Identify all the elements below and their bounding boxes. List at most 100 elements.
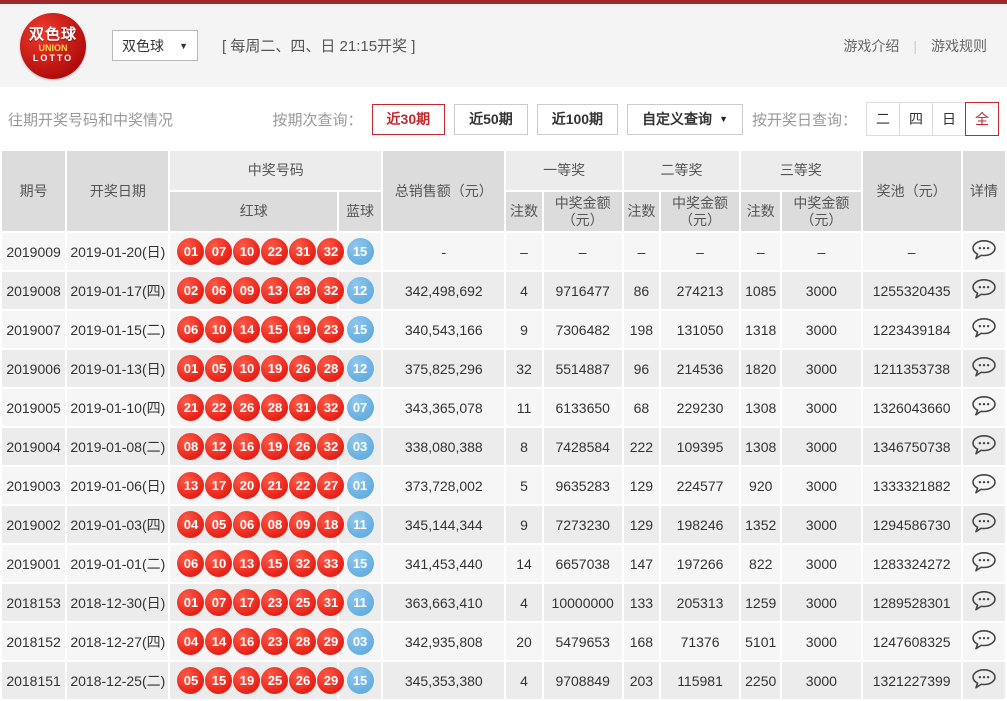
header-second-amount: 中奖金额（元） bbox=[660, 191, 740, 232]
period-cell: 2019007 bbox=[1, 310, 66, 349]
red-ball: 06 bbox=[205, 277, 232, 304]
red-ball: 31 bbox=[317, 589, 344, 616]
red-ball: 10 bbox=[205, 550, 232, 577]
red-ball: 27 bbox=[317, 472, 344, 499]
red-balls-cell: 212226283132 bbox=[169, 388, 338, 427]
first-prize-amount-cell: 7306482 bbox=[543, 310, 623, 349]
third-prize-count-cell: 1318 bbox=[740, 310, 781, 349]
red-ball: 05 bbox=[177, 667, 204, 694]
detail-cell bbox=[962, 232, 1006, 271]
game-rules-link[interactable]: 游戏规则 bbox=[931, 36, 987, 56]
header-second-count: 注数 bbox=[623, 191, 660, 232]
red-ball: 14 bbox=[233, 316, 260, 343]
period-button-last100[interactable]: 近100期 bbox=[537, 104, 618, 135]
period-button-last50[interactable]: 近50期 bbox=[454, 104, 528, 135]
first-prize-count-cell: 14 bbox=[505, 544, 542, 583]
blue-ball: 03 bbox=[347, 628, 374, 655]
red-balls-cell: 010710223132 bbox=[169, 232, 338, 271]
period-button-last30[interactable]: 近30期 bbox=[372, 104, 446, 135]
period-cell: 2019001 bbox=[1, 544, 66, 583]
third-prize-amount-cell: – bbox=[781, 232, 861, 271]
red-ball: 10 bbox=[233, 238, 260, 265]
red-balls-cell: 051519252629 bbox=[169, 661, 338, 700]
detail-comment-icon[interactable] bbox=[971, 668, 997, 693]
red-balls-cell: 040506080918 bbox=[169, 505, 338, 544]
detail-comment-icon[interactable] bbox=[971, 629, 997, 654]
period-cell: 2018153 bbox=[1, 583, 66, 622]
detail-comment-icon[interactable] bbox=[971, 317, 997, 342]
detail-comment-icon[interactable] bbox=[971, 356, 997, 381]
by-period-label: 按期次查询： bbox=[273, 109, 363, 130]
red-ball: 15 bbox=[261, 550, 288, 577]
jackpot-cell: 1223439184 bbox=[862, 310, 962, 349]
red-ball: 29 bbox=[317, 667, 344, 694]
red-ball: 33 bbox=[317, 550, 344, 577]
period-cell: 2018152 bbox=[1, 622, 66, 661]
day-button-all[interactable]: 全 bbox=[965, 102, 999, 136]
total-sales-cell: 341,453,440 bbox=[382, 544, 505, 583]
blue-ball: 01 bbox=[347, 472, 374, 499]
red-ball: 28 bbox=[289, 277, 316, 304]
period-cell: 2019003 bbox=[1, 466, 66, 505]
first-prize-amount-cell: – bbox=[543, 232, 623, 271]
lottery-type-select[interactable]: 双色球 ▼ bbox=[112, 30, 198, 61]
game-intro-link[interactable]: 游戏介绍 bbox=[843, 36, 899, 56]
third-prize-count-cell: 920 bbox=[740, 466, 781, 505]
detail-comment-icon[interactable] bbox=[971, 278, 997, 303]
period-cell: 2019006 bbox=[1, 349, 66, 388]
table-row: 2018151 2018-12-25(二) 051519252629 15 34… bbox=[1, 661, 1006, 700]
red-ball: 28 bbox=[317, 355, 344, 382]
filter-bar: 往期开奖号码和中奖情况 按期次查询： 近30期 近50期 近100期 自定义查询… bbox=[0, 87, 1007, 149]
jackpot-cell: 1211353738 bbox=[862, 349, 962, 388]
red-ball: 21 bbox=[261, 472, 288, 499]
detail-comment-icon[interactable] bbox=[971, 239, 997, 264]
red-balls-cell: 061014151923 bbox=[169, 310, 338, 349]
third-prize-count-cell: 1352 bbox=[740, 505, 781, 544]
blue-ball: 15 bbox=[347, 667, 374, 694]
second-prize-amount-cell: 131050 bbox=[660, 310, 740, 349]
custom-query-dropdown[interactable]: 自定义查询 ▼ bbox=[627, 104, 743, 135]
red-balls-cell: 010510192628 bbox=[169, 349, 338, 388]
red-ball: 32 bbox=[289, 550, 316, 577]
first-prize-count-cell: 32 bbox=[505, 349, 542, 388]
detail-comment-icon[interactable] bbox=[971, 512, 997, 537]
red-balls-cell: 061013153233 bbox=[169, 544, 338, 583]
day-button-sun[interactable]: 日 bbox=[932, 102, 966, 136]
draw-date-cell: 2019-01-08(二) bbox=[66, 427, 169, 466]
red-ball: 28 bbox=[261, 394, 288, 421]
detail-comment-icon[interactable] bbox=[971, 395, 997, 420]
detail-comment-icon[interactable] bbox=[971, 590, 997, 615]
red-ball: 16 bbox=[233, 628, 260, 655]
second-prize-amount-cell: 205313 bbox=[660, 583, 740, 622]
red-balls-cell: 081216192632 bbox=[169, 427, 338, 466]
second-prize-count-cell: 68 bbox=[623, 388, 660, 427]
period-cell: 2019005 bbox=[1, 388, 66, 427]
jackpot-cell: 1255320435 bbox=[862, 271, 962, 310]
red-ball: 17 bbox=[233, 589, 260, 616]
red-ball: 10 bbox=[233, 355, 260, 382]
header-third-prize: 三等奖 bbox=[740, 150, 861, 191]
detail-cell bbox=[962, 583, 1006, 622]
table-row: 2019009 2019-01-20(日) 010710223132 15 - … bbox=[1, 232, 1006, 271]
detail-comment-icon[interactable] bbox=[971, 473, 997, 498]
detail-cell bbox=[962, 349, 1006, 388]
red-ball: 32 bbox=[317, 238, 344, 265]
day-button-tue[interactable]: 二 bbox=[866, 102, 900, 136]
total-sales-cell: 342,498,692 bbox=[382, 271, 505, 310]
blue-ball: 03 bbox=[347, 433, 374, 460]
blue-ball: 12 bbox=[347, 277, 374, 304]
header-winning-numbers: 中奖号码 bbox=[169, 150, 382, 191]
third-prize-count-cell: 1259 bbox=[740, 583, 781, 622]
red-ball: 13 bbox=[261, 277, 288, 304]
detail-comment-icon[interactable] bbox=[971, 551, 997, 576]
detail-comment-icon[interactable] bbox=[971, 434, 997, 459]
total-sales-cell: 343,365,078 bbox=[382, 388, 505, 427]
total-sales-cell: 373,728,002 bbox=[382, 466, 505, 505]
chevron-down-icon: ▼ bbox=[719, 114, 728, 124]
day-button-thu[interactable]: 四 bbox=[899, 102, 933, 136]
red-ball: 17 bbox=[205, 472, 232, 499]
second-prize-count-cell: 129 bbox=[623, 505, 660, 544]
first-prize-amount-cell: 10000000 bbox=[543, 583, 623, 622]
red-ball: 26 bbox=[289, 667, 316, 694]
third-prize-amount-cell: 3000 bbox=[781, 544, 861, 583]
